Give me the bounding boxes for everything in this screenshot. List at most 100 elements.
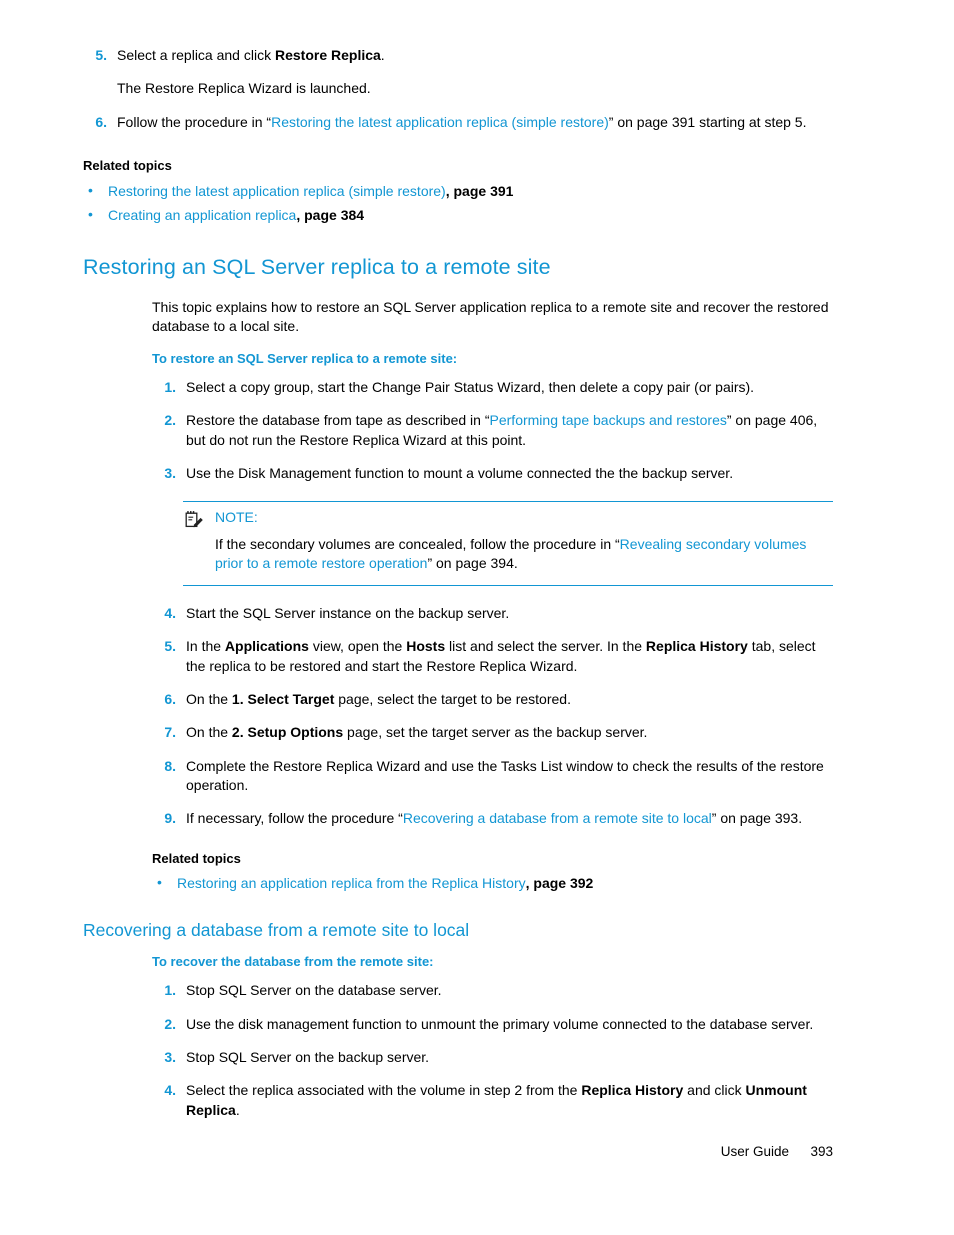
step-text: If necessary, follow the procedure “Reco… <box>186 810 802 826</box>
step-number: 2. <box>164 412 176 429</box>
list-item: • Restoring the latest application replic… <box>83 182 833 201</box>
step-text: Start the SQL Server instance on the bac… <box>186 605 509 621</box>
plain-text: Stop SQL Server on the backup server. <box>186 1048 430 1065</box>
note-pencil-pad-icon <box>185 510 204 529</box>
plain-text: view, open the <box>308 638 407 655</box>
page-title: Restoring an SQL Server replica to a rem… <box>83 255 551 280</box>
plain-text: On the <box>186 691 232 708</box>
cross-reference-link[interactable]: Performing tape backups and restores <box>490 412 727 428</box>
list-item: 7. On the 2. Setup Options page, set the … <box>152 723 833 742</box>
plain-text: and click <box>683 1082 746 1099</box>
plain-text: If the secondary volumes are concealed, … <box>215 535 620 552</box>
plain-text: Select a copy group, start the Change Pa… <box>186 379 755 396</box>
step-number: 4. <box>164 1082 176 1099</box>
step-number: 3. <box>164 465 176 482</box>
step-text: Follow the procedure in “Restoring the l… <box>117 114 807 130</box>
bold-text: Replica History <box>581 1082 684 1099</box>
step-number: 5. <box>95 47 107 63</box>
list-item: 4. Select the replica associated with the… <box>152 1081 833 1120</box>
list-item: 4. Start the SQL Server instance on the b… <box>152 604 833 623</box>
related-topics-heading-2: Related topics <box>152 850 241 866</box>
continued-step-list-2: 6. Follow the procedure in “Restoring th… <box>83 113 833 132</box>
list-item: 8. Complete the Restore Replica Wizard an… <box>152 757 833 796</box>
step-text: Select a copy group, start the Change Pa… <box>186 379 754 395</box>
step-text: Complete the Restore Replica Wizard and … <box>186 758 824 793</box>
plain-text: On the <box>186 724 232 741</box>
bold-text: Applications <box>224 638 309 655</box>
related-topic-page: , page 392 <box>525 875 594 892</box>
step-number: 7. <box>164 724 176 741</box>
plain-text: Restore the database from tape as descri… <box>186 412 490 429</box>
plain-text: Start the SQL Server instance on the bac… <box>186 605 510 622</box>
step-number: 2. <box>164 1015 176 1032</box>
plain-text: ” on page 394. <box>427 554 518 571</box>
plain-text: Complete the Restore Replica Wizard and … <box>186 757 824 794</box>
step-number: 1. <box>164 982 176 999</box>
subtopic-title: Recovering a database from a remote site… <box>83 919 470 940</box>
footer-guide-label: User Guide <box>720 1144 789 1159</box>
page-content: 5. Select a replica and click Restore Re… <box>83 46 833 1120</box>
step-text: Restore the database from tape as descri… <box>186 412 817 447</box>
related-topics-heading: Related topics <box>83 157 172 173</box>
list-item: 3. Use the Disk Management function to mo… <box>152 464 833 483</box>
step-text: Use the Disk Management function to moun… <box>186 465 733 481</box>
list-item: 1. Select a copy group, start the Change … <box>152 378 833 397</box>
plain-text: Stop SQL Server on the database server. <box>186 982 442 999</box>
note-body-text: If the secondary volumes are concealed, … <box>215 535 833 574</box>
list-item: 2. Restore the database from tape as desc… <box>152 411 833 450</box>
step-number: 8. <box>164 757 176 774</box>
cross-reference-link[interactable]: Restoring the latest application replica… <box>271 114 609 130</box>
list-item: 3. Stop SQL Server on the backup server. <box>152 1048 833 1067</box>
related-topic-link[interactable]: Creating an application replica <box>108 207 296 223</box>
list-item: 1. Stop SQL Server on the database server… <box>152 981 833 1000</box>
subtopic-procedure-heading: To recover the database from the remote … <box>152 953 434 969</box>
page-number: 393 <box>810 1144 833 1159</box>
note-block: NOTE: If the secondary volumes are conce… <box>83 501 833 587</box>
step-number: 3. <box>164 1048 176 1065</box>
plain-text: . <box>380 47 385 63</box>
plain-text: list and select the server. In the <box>445 638 646 655</box>
step-text: In the Applications view, open the Hosts… <box>186 638 816 673</box>
plain-text: page, set the target server as the backu… <box>343 724 648 741</box>
bullet-icon: • <box>157 874 162 891</box>
related-topics-list-2: • Restoring an application replica from t… <box>83 874 833 893</box>
plain-text: If necessary, follow the procedure “ <box>186 810 403 827</box>
plain-text: Use the disk management function to unmo… <box>186 1015 814 1032</box>
step-text: On the 2. Setup Options page, set the ta… <box>186 724 647 740</box>
step-number: 6. <box>164 691 176 708</box>
restore-steps-before-note: 1. Select a copy group, start the Change … <box>83 378 833 483</box>
step-text: Stop SQL Server on the backup server. <box>186 1049 429 1065</box>
list-item: • Restoring an application replica from t… <box>152 874 833 893</box>
note-content: NOTE: If the secondary volumes are conce… <box>183 502 833 585</box>
list-item: • Creating an application replica, page 3… <box>83 206 833 225</box>
plain-text: In the <box>186 638 225 655</box>
related-topics-list: • Restoring the latest application replic… <box>83 182 833 226</box>
plain-text: Select the replica associated with the v… <box>186 1082 582 1099</box>
list-item: 9. If necessary, follow the procedure “Re… <box>152 809 833 828</box>
list-item: 6. On the 1. Select Target page, select t… <box>152 690 833 709</box>
procedure-heading: To restore an SQL Server replica to a re… <box>152 350 458 366</box>
continued-step-list: 5. Select a replica and click Restore Re… <box>83 46 833 65</box>
related-topic-link[interactable]: Restoring an application replica from th… <box>177 875 526 891</box>
plain-text: Use the Disk Management function to moun… <box>186 465 734 482</box>
step-number: 1. <box>164 379 176 396</box>
bold-text: Hosts <box>406 638 446 655</box>
bold-text: 1. Select Target <box>231 691 335 708</box>
note-label: NOTE: <box>215 509 258 526</box>
cross-reference-link[interactable]: Recovering a database from a remote site… <box>403 810 712 826</box>
step-number: 4. <box>164 605 176 622</box>
list-item: 5. Select a replica and click Restore Re… <box>83 46 833 65</box>
list-item: 2. Use the disk management function to un… <box>152 1015 833 1034</box>
related-topic-link[interactable]: Restoring the latest application replica… <box>108 183 446 199</box>
bold-text: 2. Setup Options <box>231 724 344 741</box>
step-number: 5. <box>164 638 176 655</box>
plain-text: Select a replica and click <box>117 47 275 63</box>
bullet-icon: • <box>88 181 93 198</box>
plain-text: page, select the target to be restored. <box>334 691 571 708</box>
bold-text: Restore Replica <box>274 47 381 63</box>
recover-steps: 1. Stop SQL Server on the database server… <box>83 981 833 1120</box>
bullet-icon: • <box>88 205 93 222</box>
step-text: Select the replica associated with the v… <box>186 1082 807 1117</box>
plain-text: Follow the procedure in “ <box>117 113 272 130</box>
topic-intro-text: This topic explains how to restore an SQ… <box>152 298 829 335</box>
